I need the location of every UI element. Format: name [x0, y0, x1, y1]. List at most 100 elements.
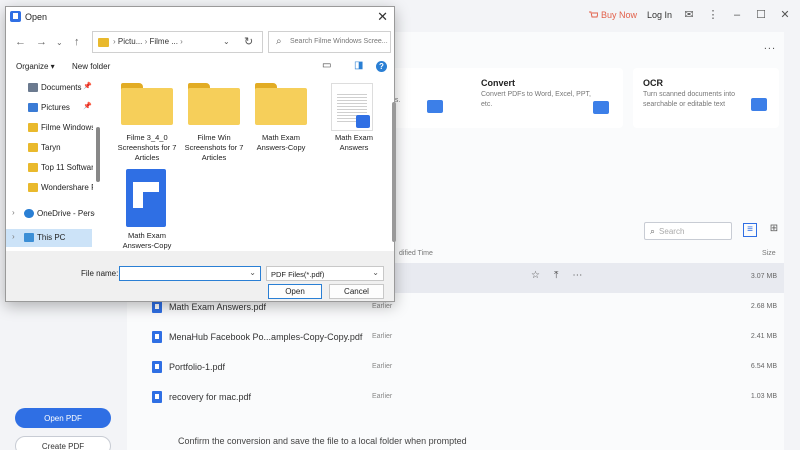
pdf-badge-icon [356, 115, 370, 128]
chevron-right-icon[interactable]: › [12, 208, 15, 217]
close-window-icon[interactable]: ✕ [778, 8, 792, 21]
folder-icon [188, 83, 240, 125]
folder-label: Math Exam Answers-Copy [256, 133, 306, 152]
open-button[interactable]: Open [268, 284, 322, 299]
file-name-label: File name: [81, 269, 119, 278]
dialog-search-input[interactable]: ⌕ Search Filme Windows Scree... [268, 31, 391, 53]
column-size[interactable]: Size [762, 250, 776, 264]
open-pdf-button[interactable]: Open PDF [15, 408, 111, 428]
breadcrumb-item[interactable]: Pictu... [118, 37, 142, 46]
file-size: 2.68 MB [750, 303, 777, 310]
cancel-button[interactable]: Cancel [329, 284, 384, 299]
navigation-pane: Documents 📌 Pictures 📌 Filme Windows Tar… [6, 77, 100, 251]
nav-item-onedrive[interactable]: › OneDrive - Perso [6, 205, 95, 223]
folder-icon [255, 83, 307, 125]
onedrive-icon [24, 209, 34, 218]
refresh-icon[interactable]: ↻ [244, 35, 253, 48]
search-icon: ⌕ [650, 225, 656, 236]
address-bar[interactable]: › Pictu... › Filme ... › ⌄ ↻ [92, 31, 263, 53]
pdf-file-icon [152, 301, 162, 313]
nav-item-label: Top 11 Softwar [41, 163, 93, 172]
document-thumbnail-icon [331, 83, 373, 131]
file-time: Earlier [372, 393, 393, 400]
folder-icon [28, 123, 38, 132]
nav-item-pictures[interactable]: Pictures 📌 [6, 99, 92, 117]
nav-item-documents[interactable]: Documents 📌 [6, 79, 92, 97]
nav-scrollbar[interactable] [96, 127, 100, 182]
forward-arrow-icon[interactable]: → [36, 36, 47, 48]
nav-item-taryn[interactable]: Taryn [6, 139, 92, 157]
folder-icon [121, 83, 173, 125]
back-arrow-icon[interactable]: ← [15, 36, 26, 48]
dialog-bottom-bar: File name: ⌄ PDF Files(*.pdf) ⌄ Open Can… [6, 251, 394, 301]
maximize-icon[interactable]: ☐ [754, 8, 768, 21]
grid-view-icon[interactable]: ⊞ [767, 223, 781, 237]
file-type-value: PDF Files(*.pdf) [271, 270, 325, 279]
card-title: Convert [481, 78, 516, 88]
folder-icon [98, 38, 109, 47]
row-actions: ☆ ⤒ ⋯ [531, 270, 582, 281]
file-time: Earlier [372, 363, 393, 370]
folder-icon [28, 163, 38, 172]
card-desc: Turn scanned documents into searchable o… [643, 91, 735, 108]
breadcrumb: › Pictu... › Filme ... › [113, 37, 183, 46]
new-folder-button[interactable]: New folder [72, 62, 110, 71]
pdf-file-icon [152, 361, 162, 373]
card-tool-icon [427, 100, 443, 113]
more-vertical-icon[interactable]: ⋮ [706, 8, 720, 21]
tool-card-convert[interactable]: Convert Convert PDFs to Word, Excel, PPT… [471, 68, 623, 128]
file-row[interactable]: Portfolio-1.pdf Earlier 6.54 MB [127, 353, 784, 383]
list-view-icon[interactable]: ≡ [743, 223, 757, 237]
nav-item-label: Filme Windows [41, 123, 93, 132]
pc-icon [24, 233, 34, 242]
file-row[interactable]: MenaHub Facebook Po...amples-Copy-Copy.p… [127, 323, 784, 353]
chevron-right-icon[interactable]: › [12, 232, 15, 241]
pin-top-icon[interactable]: ⤒ [554, 270, 558, 281]
breadcrumb-item[interactable]: Filme ... [149, 37, 177, 46]
file-name: MenaHub Facebook Po...amples-Copy-Copy.p… [169, 332, 363, 342]
pin-icon: 📌 [83, 83, 92, 90]
tool-card-ocr[interactable]: OCR Turn scanned documents into searchab… [633, 68, 779, 128]
nav-item-wondershare[interactable]: Wondershare P [6, 179, 93, 197]
chevron-down-icon[interactable]: ⌄ [249, 268, 256, 277]
message-icon[interactable]: ✉ [682, 8, 696, 21]
file-row[interactable]: recovery for mac.pdf Earlier 1.03 MB [127, 383, 784, 413]
nav-item-filme-windows[interactable]: Filme Windows [6, 119, 93, 137]
file-name: Portfolio-1.pdf [169, 362, 226, 372]
help-icon[interactable]: ? [376, 61, 387, 72]
recent-locations-chevron-icon[interactable]: ⌄ [56, 38, 63, 47]
dialog-title: Open [25, 12, 48, 22]
preview-pane-icon[interactable]: ◨ [354, 60, 363, 71]
column-modified-time[interactable]: dified Time [399, 250, 433, 264]
folder-label: Filme Win Screenshots for 7 Articles [184, 133, 244, 162]
file-name-input[interactable]: ⌄ [119, 266, 261, 281]
file-list-scrollbar[interactable] [392, 102, 396, 242]
nav-item-this-pc[interactable]: › This PC [6, 229, 92, 247]
create-pdf-button[interactable]: Create PDF [15, 436, 111, 450]
buy-now-label: Buy Now [600, 9, 637, 20]
file-size: 3.07 MB [750, 273, 777, 280]
folder-icon [28, 143, 38, 152]
pdf-file-icon [126, 169, 166, 227]
chevron-down-icon[interactable]: ⌄ [223, 37, 230, 46]
buy-now-link[interactable]: Buy Now [588, 10, 637, 20]
file-type-select[interactable]: PDF Files(*.pdf) ⌄ [266, 266, 384, 281]
folder-icon [28, 183, 38, 192]
login-link[interactable]: Log In [647, 10, 672, 20]
recent-search-input[interactable]: ⌕ Search [644, 222, 732, 240]
up-arrow-icon[interactable]: ↑ [74, 36, 80, 48]
nav-item-top-11[interactable]: Top 11 Softwar [6, 159, 93, 177]
search-placeholder: Search Filme Windows Scree... [290, 38, 388, 45]
star-icon[interactable]: ☆ [531, 270, 540, 281]
card-desc: ps. [391, 97, 401, 104]
close-icon[interactable]: ✕ [377, 9, 388, 25]
view-options-icon[interactable]: ▭ [322, 60, 331, 71]
minimize-icon[interactable]: – [730, 9, 744, 21]
more-horizontal-icon[interactable]: ⋯ [572, 270, 582, 281]
organize-menu[interactable]: Organize ▾ [16, 62, 55, 71]
more-options-icon[interactable]: ... [764, 40, 776, 52]
cart-icon [588, 11, 598, 17]
dialog-navbar: ← → ⌄ ↑ › Pictu... › Filme ... › ⌄ ↻ ⌕ S… [6, 29, 394, 57]
ocr-icon [751, 98, 767, 111]
file-size: 6.54 MB [750, 363, 777, 370]
